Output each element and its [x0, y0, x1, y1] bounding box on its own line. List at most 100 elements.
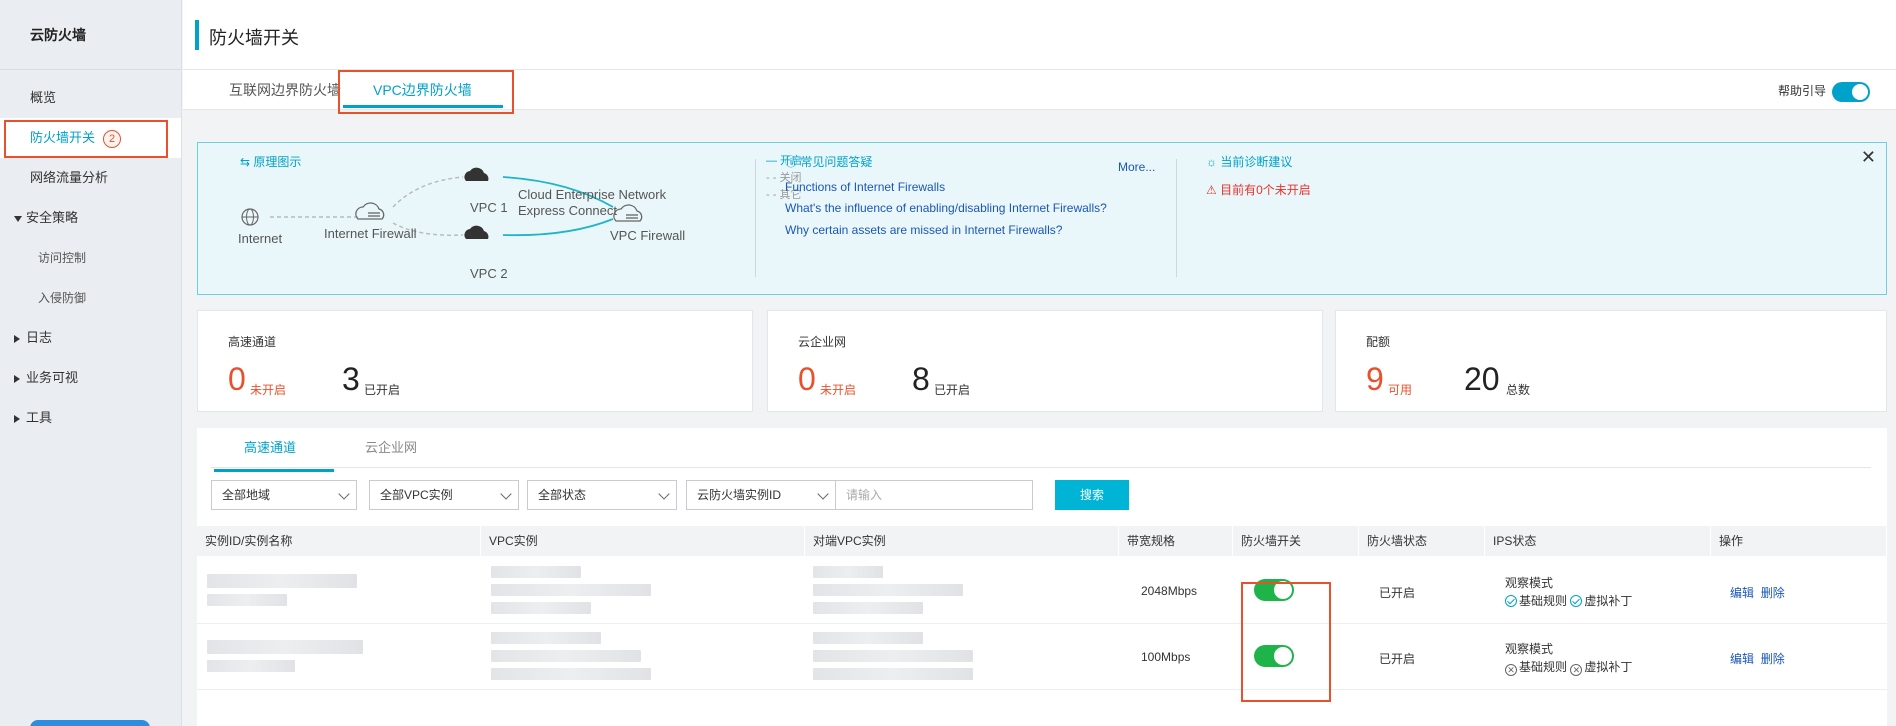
- sidebar-item-label: 网络流量分析: [30, 170, 109, 185]
- region-select-value: 全部地域: [222, 488, 271, 502]
- diagnosis-warning-text: 目前有0个未开启: [1220, 183, 1311, 197]
- banner-divider: [755, 159, 756, 277]
- count-badge: 2: [103, 130, 122, 148]
- chevron-down-icon: [817, 488, 829, 500]
- redacted-text: [813, 566, 883, 578]
- sidebar-item-label: 工具: [26, 410, 53, 425]
- card-available-label: 可用: [1388, 383, 1413, 397]
- firewall-icon: [355, 202, 385, 220]
- ips-patch-label: 虚拟补丁: [1584, 660, 1633, 674]
- firewall-status: 已开启: [1379, 586, 1416, 600]
- firewall-icon: [613, 204, 643, 222]
- sidebar-item-access-control[interactable]: 访问控制: [0, 238, 181, 278]
- column-header: 实例ID/实例名称: [197, 526, 481, 556]
- faq-title: ⓘ 常见问题答疑: [785, 153, 872, 170]
- vpc-select[interactable]: 全部VPC实例: [369, 480, 519, 510]
- ips-mode: 观察模式: [1505, 576, 1554, 590]
- page-title: 防火墙开关: [209, 28, 299, 48]
- redacted-text: [207, 660, 295, 672]
- edit-link[interactable]: 编辑: [1730, 586, 1754, 600]
- diagram-label-vpc2: VPC 2: [470, 266, 508, 281]
- region-select[interactable]: 全部地域: [211, 480, 357, 510]
- sidebar-item-intrusion-prevention[interactable]: 入侵防御: [0, 278, 181, 318]
- redacted-text: [491, 632, 601, 644]
- firewall-status: 已开启: [1379, 652, 1416, 666]
- ips-basic-label: 基础规则: [1519, 594, 1568, 608]
- search-input[interactable]: 请输入: [835, 480, 1033, 510]
- faq-more-link[interactable]: More...: [1118, 160, 1155, 174]
- chevron-down-icon: [338, 488, 350, 500]
- id-type-select[interactable]: 云防火墙实例ID: [686, 480, 836, 510]
- card-disabled-count: 0: [228, 361, 246, 397]
- table-header: 实例ID/实例名称 VPC实例 对端VPC实例 带宽规格 防火墙开关 防火墙状态…: [197, 526, 1887, 556]
- card-disabled-count: 0: [798, 361, 816, 397]
- diagnosis-warning: ⚠ 目前有0个未开启: [1206, 181, 1311, 198]
- diagram-label-cen: Cloud Enterprise Network: [518, 187, 667, 202]
- table-row: 2048Mbps 已开启 观察模式 基础规则 虚拟补丁 编辑 删除: [197, 558, 1887, 624]
- status-select[interactable]: 全部状态: [527, 480, 677, 510]
- sidebar-group-security-policy[interactable]: 安全策略: [0, 198, 181, 238]
- faq-link-2[interactable]: What's the influence of enabling/disabli…: [785, 201, 1107, 215]
- delete-link[interactable]: 删除: [1761, 652, 1785, 666]
- row-actions: 编辑 删除: [1730, 650, 1785, 667]
- sidebar-item-label: 入侵防御: [38, 291, 87, 305]
- tab-internet-firewall[interactable]: 互联网边界防火墙: [229, 70, 341, 110]
- column-header: IPS状态: [1485, 526, 1711, 556]
- redacted-text: [813, 602, 923, 614]
- help-guide-toggle[interactable]: [1832, 81, 1870, 102]
- sidebar-title: 云防火墙: [0, 0, 181, 70]
- vpc-select-value: 全部VPC实例: [380, 488, 453, 502]
- diagram-label-internet-firewall: Internet Firewall: [324, 226, 417, 241]
- tab-cen[interactable]: 云企业网: [365, 428, 417, 468]
- sidebar-item-traffic-analysis[interactable]: 网络流量分析: [0, 158, 181, 198]
- close-icon[interactable]: ✕: [1861, 147, 1876, 168]
- edit-link[interactable]: 编辑: [1730, 652, 1754, 666]
- card-enabled-count: 8: [912, 361, 930, 397]
- column-header: 对端VPC实例: [805, 526, 1119, 556]
- delete-link[interactable]: 删除: [1761, 586, 1785, 600]
- sidebar-item-overview[interactable]: 概览: [0, 78, 181, 118]
- sidebar-group-tools[interactable]: 工具: [0, 398, 181, 438]
- check-circle-icon: [1570, 595, 1583, 607]
- x-circle-icon: ✕: [1570, 664, 1583, 676]
- caret-right-icon: [14, 334, 20, 343]
- sidebar-group-logs[interactable]: 日志: [0, 318, 181, 358]
- bandwidth-value: 100Mbps: [1141, 650, 1191, 664]
- diagram-label-vpc-firewall: VPC Firewall: [610, 228, 686, 243]
- redacted-text: [491, 602, 591, 614]
- redacted-text: [813, 632, 923, 644]
- sidebar-item-firewall-switch[interactable]: 防火墙开关 2: [0, 118, 181, 158]
- check-circle-icon: [1505, 595, 1517, 607]
- row-actions: 编辑 删除: [1730, 584, 1785, 601]
- redacted-text: [207, 640, 363, 654]
- sidebar-item-label: 业务可视: [26, 370, 79, 385]
- sidebar-item-label: 日志: [26, 330, 53, 345]
- sidebar-bottom-button[interactable]: [30, 720, 150, 726]
- diagram-label-vpc1: VPC 1: [470, 200, 508, 215]
- redacted-text: [491, 650, 641, 662]
- card-label: 高速通道: [228, 335, 277, 349]
- tab-express-connect[interactable]: 高速通道: [213, 428, 335, 472]
- faq-link-3[interactable]: Why certain assets are missed in Interne…: [785, 223, 1062, 237]
- sidebar-item-label: 安全策略: [26, 210, 79, 225]
- banner-divider: [1176, 159, 1177, 277]
- tab-underline: [211, 467, 1871, 468]
- cloud-icon: [464, 167, 489, 181]
- search-button[interactable]: 搜索: [1055, 480, 1129, 510]
- instance-panel: 高速通道 云企业网 全部地域 全部VPC实例 全部状态 云防火墙实例ID 请输入…: [197, 428, 1887, 726]
- network-diagram: [241, 167, 643, 239]
- card-total-count: 20: [1464, 361, 1500, 397]
- redacted-text: [813, 650, 973, 662]
- redacted-text: [813, 584, 963, 596]
- tab-bar: 互联网边界防火墙 VPC边界防火墙 帮助引导: [183, 70, 1896, 114]
- tab-vpc-firewall[interactable]: VPC边界防火墙: [338, 70, 514, 114]
- sidebar-group-business-visibility[interactable]: 业务可视: [0, 358, 181, 398]
- bulb-icon: ☼: [1206, 155, 1217, 169]
- card-enabled-count: 3: [342, 361, 360, 397]
- stat-card-express-connect: 高速通道 0 未开启 3 已开启: [197, 310, 753, 412]
- diagram-label-internet: Internet: [238, 231, 283, 246]
- page-header: 防火墙开关: [183, 0, 1896, 70]
- bandwidth-value: 2048Mbps: [1141, 584, 1198, 598]
- main-content: 防火墙开关 互联网边界防火墙 VPC边界防火墙 帮助引导 ✕ ⇆ 原理图示 — …: [183, 0, 1896, 726]
- faq-link-1[interactable]: Functions of Internet Firewalls: [785, 180, 945, 194]
